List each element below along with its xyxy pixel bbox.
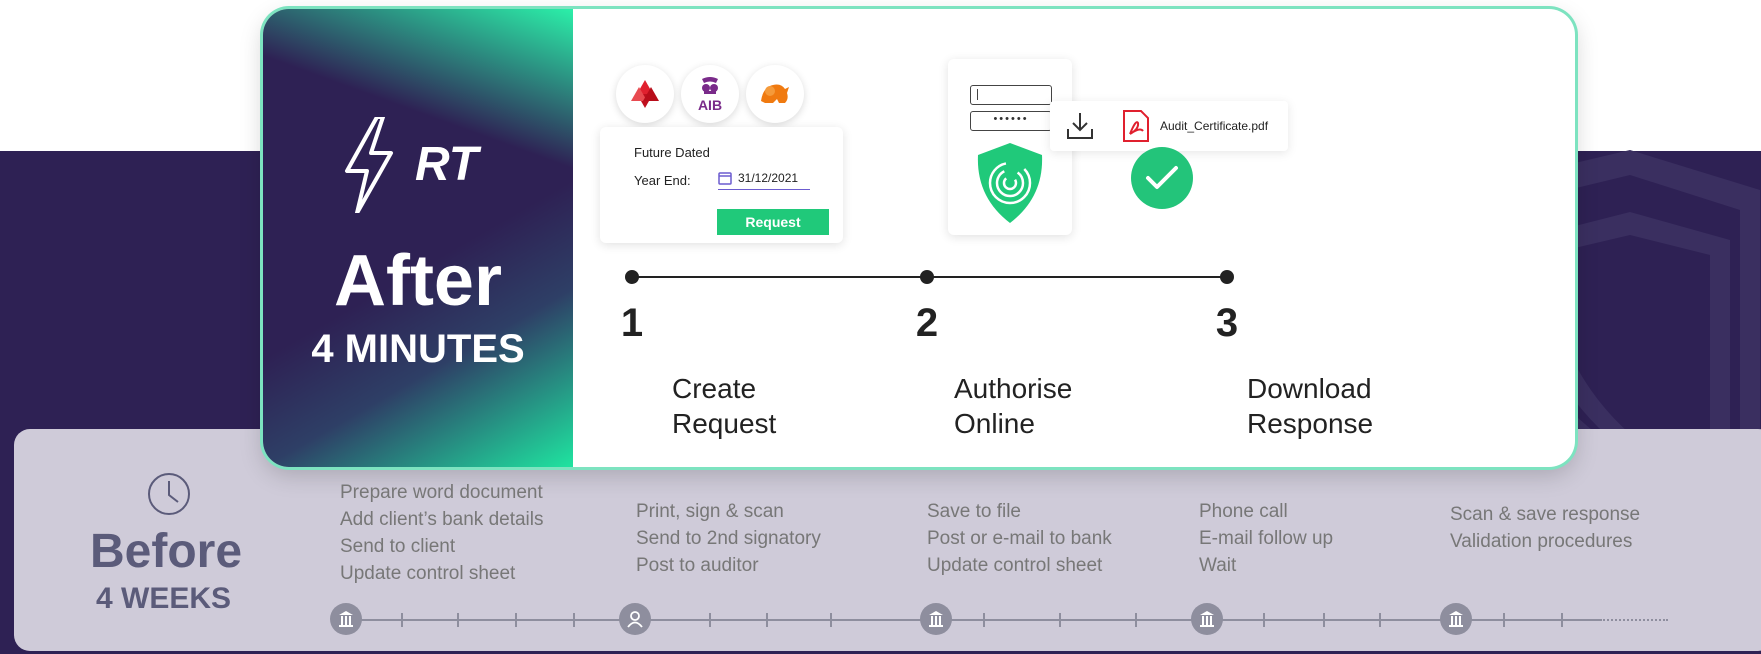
step-number-3: 3	[1215, 301, 1239, 345]
bank-building-icon	[920, 603, 952, 635]
before-timeline	[350, 619, 1600, 621]
year-end-label: Year End:	[634, 173, 691, 188]
bank-building-icon	[330, 603, 362, 635]
timeline-tick	[709, 613, 711, 627]
task-group-1: Prepare word document Add client’s bank …	[340, 479, 544, 587]
bank-building-icon	[1440, 603, 1472, 635]
step-label-1: Create Request	[672, 373, 777, 439]
timeline-tick	[830, 613, 832, 627]
user-icon	[619, 603, 651, 635]
clock-icon	[148, 473, 190, 515]
task-group-3: Save to file Post or e-mail to bank Upda…	[927, 498, 1112, 579]
task-item: Wait	[1199, 555, 1237, 576]
timeline-tick	[401, 613, 403, 627]
task-item: E-mail follow up	[1199, 528, 1334, 549]
task-item: Send to client	[340, 536, 456, 557]
timeline-tick	[515, 613, 517, 627]
aib-logo-icon: AIB	[681, 65, 739, 123]
task-item: Print, sign & scan	[636, 501, 784, 522]
timeline-tick	[1503, 613, 1505, 627]
task-item: Update control sheet	[340, 563, 516, 584]
password-field[interactable]: ••••••	[970, 111, 1052, 131]
timeline-tick	[1379, 613, 1381, 627]
after-subtitle: 4 MINUTES	[311, 327, 525, 371]
year-end-date-field[interactable]: 31/12/2021	[718, 167, 810, 190]
password-mask: ••••••	[993, 113, 1029, 125]
success-check-icon	[1131, 147, 1193, 209]
task-group-5: Scan & save response Validation procedur…	[1450, 501, 1640, 555]
ing-lion-logo-icon	[746, 65, 804, 123]
future-dated-label: Future Dated	[634, 145, 710, 160]
step-number-1: 1	[620, 301, 644, 345]
timeline-tick	[1561, 613, 1563, 627]
after-card: RT After 4 MINUTES AIB Future Dated Year…	[263, 9, 1575, 467]
after-title: After	[333, 241, 502, 321]
timeline-tick	[1263, 613, 1265, 627]
task-item: Update control sheet	[927, 555, 1103, 576]
timeline-tick	[573, 613, 575, 627]
request-form-card: Future Dated Year End: 31/12/2021 Reques…	[600, 127, 843, 243]
task-item: Save to file	[927, 501, 1021, 522]
timeline-dot-3	[1220, 270, 1234, 284]
calendar-icon	[718, 172, 732, 185]
fingerprint-shield-icon	[977, 143, 1043, 223]
timeline-tick	[457, 613, 459, 627]
task-group-4: Phone call E-mail follow up Wait	[1199, 498, 1333, 579]
task-item: Scan & save response	[1450, 504, 1641, 525]
task-item: Send to 2nd signatory	[636, 528, 821, 549]
before-timeline-continuation	[1600, 619, 1668, 621]
before-title: Before	[90, 525, 243, 578]
task-item: Phone call	[1199, 501, 1288, 522]
pdf-file-icon	[1123, 110, 1149, 142]
task-item: Add client’s bank details	[340, 509, 544, 530]
timeline-tick	[983, 613, 985, 627]
request-button[interactable]: Request	[717, 209, 829, 235]
timeline-tick	[1059, 613, 1061, 627]
pdf-filename[interactable]: Audit_Certificate.pdf	[1160, 119, 1268, 133]
lightning-bolt-icon	[345, 117, 393, 213]
timeline-dot-2	[920, 270, 934, 284]
step-label-2: Authorise Online	[954, 373, 1073, 439]
timeline-tick	[1323, 613, 1325, 627]
after-card-brand-panel: RT After 4 MINUTES	[263, 9, 573, 467]
rt-logo-text: RT	[415, 138, 479, 191]
username-field[interactable]	[970, 85, 1052, 105]
task-item: Post or e-mail to bank	[927, 528, 1112, 549]
task-item: Validation procedures	[1450, 531, 1633, 552]
aib-logo-text: AIB	[697, 97, 723, 113]
step-label-3: Download Response	[1247, 373, 1374, 439]
task-item: Post to auditor	[636, 555, 759, 576]
before-subtitle: 4 WEEKS	[96, 582, 232, 615]
task-group-2: Print, sign & scan Send to 2nd signatory…	[636, 498, 821, 579]
bank-building-icon	[1191, 603, 1223, 635]
natwest-logo-icon	[616, 65, 674, 123]
year-end-date-value: 31/12/2021	[738, 171, 799, 185]
timeline-tick	[766, 613, 768, 627]
timeline-tick	[1135, 613, 1137, 627]
task-item: Prepare word document	[340, 482, 543, 503]
download-icon[interactable]	[1066, 111, 1094, 141]
step-number-2: 2	[915, 301, 939, 345]
timeline-dot-1	[625, 270, 639, 284]
download-card: Audit_Certificate.pdf	[1050, 101, 1288, 151]
